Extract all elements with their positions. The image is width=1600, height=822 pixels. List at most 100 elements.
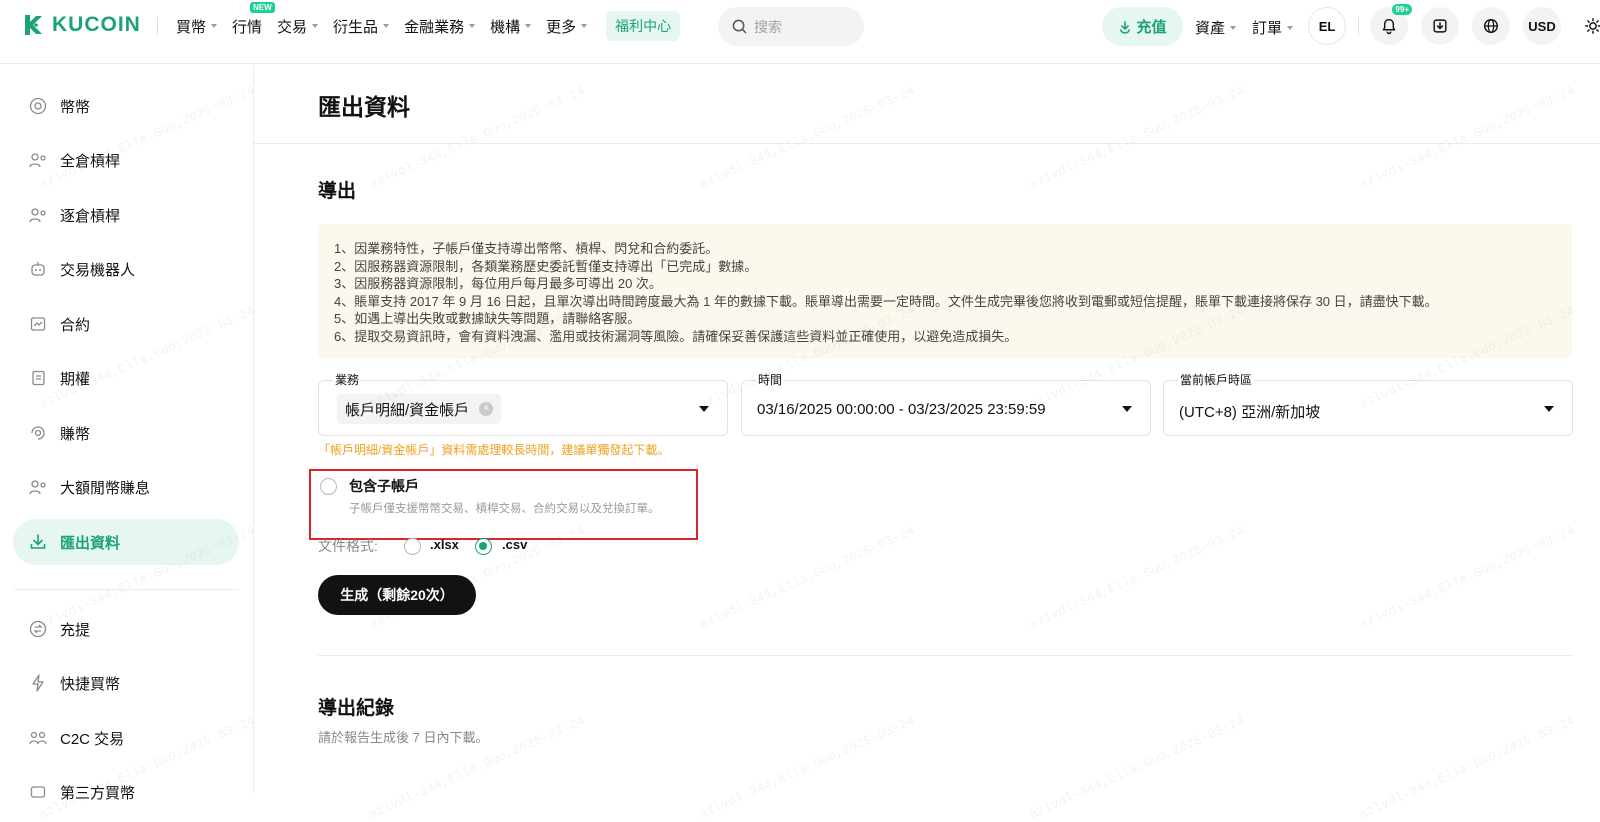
menu-label: 機構 xyxy=(490,18,521,36)
sidebar-item-label: 匯出資料 xyxy=(60,534,121,552)
menu-more[interactable]: 更多 xyxy=(546,16,588,37)
futures-icon xyxy=(28,314,48,334)
format-xlsx-radio[interactable] xyxy=(404,538,421,555)
menu-label: 行情 xyxy=(232,18,263,36)
timezone-label: 當前帳戶時區 xyxy=(1178,373,1255,387)
timezone-value: (UTC+8) 亞洲/新加坡 xyxy=(1179,404,1321,421)
menu-label: 衍生品 xyxy=(333,18,379,36)
sidebar-item-deposit-withdraw[interactable]: 充提 xyxy=(13,606,239,652)
records-note: 請於報告生成後 7 日內下載。 xyxy=(318,730,489,745)
menu-buy-crypto[interactable]: 買幣 xyxy=(176,16,218,37)
menu-label: 交易 xyxy=(277,18,308,36)
sidebar-item-label: 期權 xyxy=(60,370,91,388)
dropdown-arrow-icon xyxy=(1122,406,1132,412)
generate-button[interactable]: 生成（剩餘20次） xyxy=(318,575,476,615)
watermark-text: azlvdl-344,Ella.Guo,2025-03-24 xyxy=(697,713,917,822)
notice-line: 6、提取交易資訊時，會有資料洩漏、濫用或技術漏洞等風險。請確保妥善保護這些資料並… xyxy=(334,328,1018,344)
sidebar-item-earn[interactable]: 賺幣 xyxy=(13,410,239,456)
avatar[interactable]: EL xyxy=(1308,7,1346,45)
menu-trade[interactable]: 交易 xyxy=(277,16,319,37)
business-label: 業務 xyxy=(333,373,362,387)
main-menu: 買幣 行情 NEW 交易 衍生品 金融業務 機構 更多 福利中心 xyxy=(176,0,681,52)
watermark-text: azlvdl-344,Ella.Guo,2025-03-24 xyxy=(1357,523,1577,632)
sidebar-item-isolated-margin[interactable]: 逐倉槓桿 xyxy=(13,192,239,238)
menu-markets[interactable]: 行情 NEW xyxy=(232,1,275,37)
dropdown-arrow-icon xyxy=(699,406,709,412)
rewards-hub-button[interactable]: 福利中心 xyxy=(606,11,681,41)
search-input[interactable] xyxy=(754,18,854,35)
nav-divider xyxy=(1358,17,1359,35)
sidebar-item-fast-buy[interactable]: 快捷買幣 xyxy=(13,660,239,706)
theme-toggle-button[interactable] xyxy=(1574,7,1600,45)
avatar-initials: EL xyxy=(1318,18,1336,34)
sidebar-item-label: 第三方買幣 xyxy=(60,784,136,802)
orders-dropdown[interactable]: 訂單 xyxy=(1252,17,1294,38)
sun-icon xyxy=(1585,18,1600,34)
chevron-down-icon xyxy=(469,24,476,28)
top-navigation: KUCOIN 買幣 行情 NEW 交易 衍生品 金融業務 機構 更多 福利中心 xyxy=(0,0,1600,64)
sidebar-item-export-data[interactable]: 匯出資料 xyxy=(13,519,239,565)
title-divider xyxy=(254,143,1600,144)
sidebar-item-trading-bot[interactable]: 交易機器人 xyxy=(13,246,239,292)
chevron-down-icon xyxy=(1287,25,1294,30)
menu-derivatives[interactable]: 衍生品 xyxy=(333,16,390,37)
sidebar-item-label: 合約 xyxy=(60,316,91,334)
business-select[interactable]: 業務 帳戶明細/資金帳戶 × xyxy=(318,373,728,436)
sidebar-item-label: 快捷買幣 xyxy=(60,675,121,693)
remove-tag-icon[interactable]: × xyxy=(479,402,494,416)
currency-button[interactable]: USD xyxy=(1523,7,1561,45)
sidebar-item-third-party[interactable]: 第三方買幣 xyxy=(13,769,239,815)
sidebar: 幣幣 全倉槓桿 逐倉槓桿 交易機器人 合約 期權 賺幣 大額閒幣賺息 匯出資料 … xyxy=(0,65,254,802)
search-box[interactable] xyxy=(718,7,864,46)
section-divider xyxy=(318,655,1573,656)
search-icon xyxy=(732,19,747,34)
notifications-button[interactable]: 99+ xyxy=(1370,4,1412,45)
format-xlsx-label[interactable]: .xlsx xyxy=(430,537,459,552)
time-label: 時間 xyxy=(756,373,785,387)
deposit-label: 充值 xyxy=(1136,19,1167,36)
timezone-select[interactable]: 當前帳戶時區 (UTC+8) 亞洲/新加坡 xyxy=(1163,373,1573,436)
orders-label: 訂單 xyxy=(1252,20,1283,37)
include-subaccount-title[interactable]: 包含子帳戶 xyxy=(349,476,419,496)
kucoin-logo-icon xyxy=(25,15,42,35)
format-csv-radio[interactable] xyxy=(475,538,492,555)
sidebar-item-c2c[interactable]: C2C 交易 xyxy=(13,715,239,761)
page-title: 匯出資料 xyxy=(318,94,410,120)
sidebar-item-cross-margin[interactable]: 全倉槓桿 xyxy=(13,137,239,183)
menu-label: 買幣 xyxy=(176,18,207,36)
watermark-text: azlvdl-344,Ella.Guo,2025-03-24 xyxy=(1027,713,1247,822)
sidebar-item-futures[interactable]: 合約 xyxy=(13,301,239,347)
watermark-text: azlvdl-344,Ella.Guo,2025-03-24 xyxy=(697,83,917,192)
language-button[interactable] xyxy=(1472,7,1510,45)
sidebar-item-label: 賺幣 xyxy=(60,425,91,443)
chevron-down-icon xyxy=(581,24,588,28)
watermark-text: azlvdl-344,Ella.Guo,2025-03-24 xyxy=(1027,83,1247,192)
notice-line: 2、因服務器資源限制，各類業務歷史委託暫僅支持導出「已完成」數據。 xyxy=(334,258,758,274)
lightning-icon xyxy=(28,673,48,693)
include-subaccount-radio[interactable] xyxy=(320,478,337,495)
chevron-down-icon xyxy=(312,24,319,28)
watermark-text: azlvdl-344,Ella.Guo,2025-03-24 xyxy=(1027,523,1247,632)
format-csv-label[interactable]: .csv xyxy=(502,537,527,552)
globe-icon xyxy=(1483,18,1499,34)
app-download-button[interactable] xyxy=(1421,7,1459,45)
sidebar-item-spot[interactable]: 幣幣 xyxy=(13,83,239,129)
time-range-picker[interactable]: 時間 03/16/2025 00:00:00 - 03/23/2025 23:5… xyxy=(741,373,1151,436)
assets-dropdown[interactable]: 資產 xyxy=(1195,17,1237,38)
kucoin-logo[interactable]: KUCOIN xyxy=(22,13,141,37)
sidebar-item-label: 逐倉槓桿 xyxy=(60,207,121,225)
chevron-down-icon xyxy=(1230,25,1237,30)
sidebar-item-large-earn[interactable]: 大額閒幣賺息 xyxy=(13,464,239,510)
export-section-title: 導出 xyxy=(318,181,357,202)
large-earn-icon xyxy=(28,477,48,497)
dropdown-arrow-icon xyxy=(1544,406,1554,412)
menu-institutional[interactable]: 機構 xyxy=(490,16,532,37)
sidebar-item-options[interactable]: 期權 xyxy=(13,355,239,401)
notice-box: 1、因業務特性，子帳戶僅支持導出幣幣、槓桿、閃兌和合約委託。 2、因服務器資源限… xyxy=(318,224,1572,358)
download-box-icon xyxy=(1433,19,1447,33)
sidebar-item-label: 大額閒幣賺息 xyxy=(60,479,151,497)
export-records-title: 導出紀錄 xyxy=(318,698,395,719)
menu-finance[interactable]: 金融業務 xyxy=(404,16,476,37)
deposit-button[interactable]: 充值 xyxy=(1102,7,1183,46)
sidebar-divider xyxy=(14,589,239,590)
